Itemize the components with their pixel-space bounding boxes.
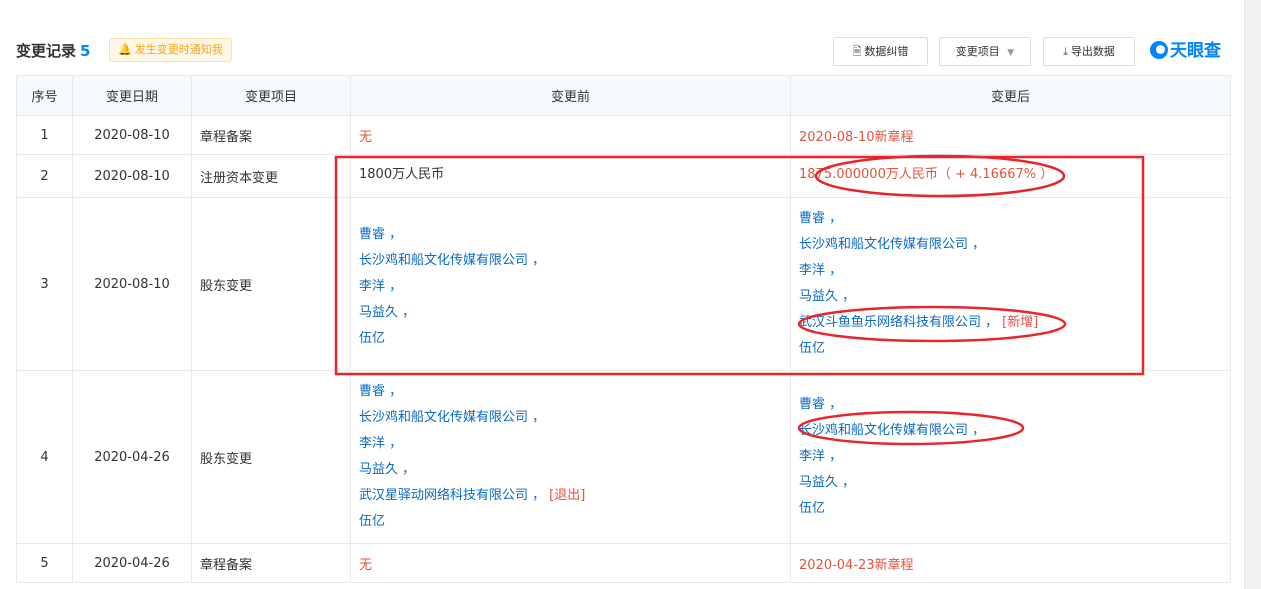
table-row: 4 2020-04-26 股东变更 曹睿 ， 长沙鸡和船文化传媒有限公司 ， 李… — [16, 370, 1231, 544]
shareholder-link[interactable]: 长沙鸡和船文化传媒有限公司 ， — [799, 232, 1229, 258]
data-correction-label: 数据纠错 — [864, 45, 909, 58]
change-date: 2020-04-26 — [72, 543, 192, 583]
after-value[interactable]: 2020-08-10新章程 — [790, 115, 1231, 155]
shareholder-link[interactable]: 马益久 ， — [799, 470, 1229, 496]
after-value[interactable]: 2020-04-23新章程 — [790, 543, 1231, 583]
shareholder-link[interactable]: 李洋 ， — [799, 444, 1229, 470]
shareholder-link[interactable]: 马益久 ， — [359, 457, 789, 483]
column-header: 变更项目 — [191, 75, 351, 116]
caret-down-icon: ▼ — [1007, 48, 1015, 58]
data-correction-button[interactable]: 🗎 数据纠错 — [833, 37, 928, 66]
row-number: 1 — [16, 115, 73, 155]
notify-button[interactable]: 🔔 发生变更时通知我 — [109, 38, 232, 62]
change-item: 章程备案 — [191, 543, 351, 583]
shareholder-link[interactable]: 伍亿 — [359, 326, 789, 352]
added-tag: [新增] — [1002, 315, 1039, 330]
record-count: 5 — [80, 42, 91, 60]
before-shareholders: 曹睿 ， 长沙鸡和船文化传媒有限公司 ， 李洋 ， 马益久 ， 武汉星驿动网络科… — [350, 370, 791, 544]
shareholder-link[interactable]: 伍亿 — [359, 509, 789, 535]
after-shareholders: 曹睿 ， 长沙鸡和船文化传媒有限公司 ， 李洋 ， 马益久 ， 伍亿 — [790, 370, 1231, 544]
shareholder-link[interactable]: 马益久 ， — [799, 284, 1229, 310]
change-date: 2020-08-10 — [72, 154, 192, 198]
export-data-button[interactable]: ⤓ 导出数据 — [1043, 37, 1135, 66]
table-row: 5 2020-04-26 章程备案 无 2020-04-23新章程 — [16, 543, 1231, 583]
shareholder-link[interactable]: 武汉星驿动网络科技有限公司 ， — [359, 488, 545, 503]
shareholder-link[interactable]: 曹睿 ， — [799, 206, 1229, 232]
tianyancha-logo: 天眼查 — [1150, 36, 1221, 61]
change-record-header: 变更记录 5 🔔 发生变更时通知我 🗎 数据纠错 变更项目 ▼ ⤓ 导出数据 天眼查 — [16, 36, 1232, 66]
after-shareholders: 曹睿 ， 长沙鸡和船文化传媒有限公司 ， 李洋 ， 马益久 ， 武汉斗鱼鱼乐网络… — [790, 197, 1231, 371]
table-row: 2 2020-08-10 注册资本变更 1800万人民币 1875.000000… — [16, 154, 1231, 198]
row-number: 5 — [16, 543, 73, 583]
bell-icon: 🔔 — [118, 43, 132, 56]
exited-tag: [退出] — [549, 488, 586, 503]
shareholder-link[interactable]: 李洋 ， — [799, 258, 1229, 284]
change-item-filter-label: 变更项目 — [955, 45, 1000, 58]
section-title: 变更记录 5 — [16, 40, 90, 61]
change-item-filter[interactable]: 变更项目 ▼ — [939, 37, 1031, 66]
logo-text: 天眼查 — [1170, 41, 1221, 61]
before-capital: 1800万人民币 — [359, 166, 445, 182]
change-date: 2020-08-10 — [72, 197, 192, 371]
change-item: 章程备案 — [191, 115, 351, 155]
export-data-label: 导出数据 — [1070, 45, 1115, 58]
change-item: 注册资本变更 — [191, 154, 351, 198]
change-item: 股东变更 — [191, 197, 351, 371]
before-value: 无 — [350, 543, 791, 583]
after-value: 1875.000000万人民币（ + 4.16667% ） — [790, 154, 1231, 198]
shareholder-link[interactable]: 武汉斗鱼鱼乐网络科技有限公司 ， — [799, 315, 998, 330]
column-header: 变更后 — [790, 75, 1231, 116]
shareholder-link[interactable]: 曹睿 ， — [359, 222, 789, 248]
shareholder-link[interactable]: 李洋 ， — [359, 431, 789, 457]
shareholder-link[interactable]: 曹睿 ， — [359, 379, 789, 405]
new-charter-link[interactable]: 2020-04-23新章程 — [799, 558, 914, 573]
change-item: 股东变更 — [191, 370, 351, 544]
shareholder-link[interactable]: 曹睿 ， — [799, 392, 1229, 418]
table-header-row: 序号 变更日期 变更项目 变更前 变更后 — [16, 75, 1231, 116]
column-header: 变更前 — [350, 75, 791, 116]
section-title-text: 变更记录 — [16, 42, 77, 60]
change-date: 2020-08-10 — [72, 115, 192, 155]
before-value: 无 — [350, 115, 791, 155]
change-date: 2020-04-26 — [72, 370, 192, 544]
column-header: 序号 — [16, 75, 73, 116]
notify-label: 发生变更时通知我 — [134, 43, 223, 56]
shareholder-link[interactable]: 伍亿 — [799, 336, 1229, 362]
page-scrollbar[interactable] — [1244, 0, 1261, 589]
shareholder-link[interactable]: 马益久 ， — [359, 300, 789, 326]
table-row: 3 2020-08-10 股东变更 曹睿 ， 长沙鸡和船文化传媒有限公司 ， 李… — [16, 197, 1231, 371]
row-number: 2 — [16, 154, 73, 198]
new-charter-link[interactable]: 2020-08-10新章程 — [799, 130, 914, 145]
before-shareholders: 曹睿 ， 长沙鸡和船文化传媒有限公司 ， 李洋 ， 马益久 ， 伍亿 — [350, 197, 791, 371]
table-row: 1 2020-08-10 章程备案 无 2020-08-10新章程 — [16, 115, 1231, 155]
download-icon: ⤓ — [1063, 45, 1068, 58]
shareholder-link[interactable]: 长沙鸡和船文化传媒有限公司 ， — [359, 405, 789, 431]
row-number: 4 — [16, 370, 73, 544]
shareholder-link[interactable]: 伍亿 — [799, 496, 1229, 522]
column-header: 变更日期 — [72, 75, 192, 116]
logo-mark-icon — [1150, 41, 1168, 59]
change-record-table: 序号 变更日期 变更项目 变更前 变更后 1 2020-08-10 章程备案 无… — [16, 75, 1231, 583]
document-icon: 🗎 — [852, 45, 862, 58]
shareholder-link[interactable]: 长沙鸡和船文化传媒有限公司 ， — [799, 418, 1229, 444]
shareholder-link[interactable]: 李洋 ， — [359, 274, 789, 300]
row-number: 3 — [16, 197, 73, 371]
before-value: 1800万人民币 — [350, 154, 791, 198]
shareholder-link[interactable]: 长沙鸡和船文化传媒有限公司 ， — [359, 248, 789, 274]
after-capital: 1875.000000万人民币（ + 4.16667% ） — [799, 166, 1054, 182]
